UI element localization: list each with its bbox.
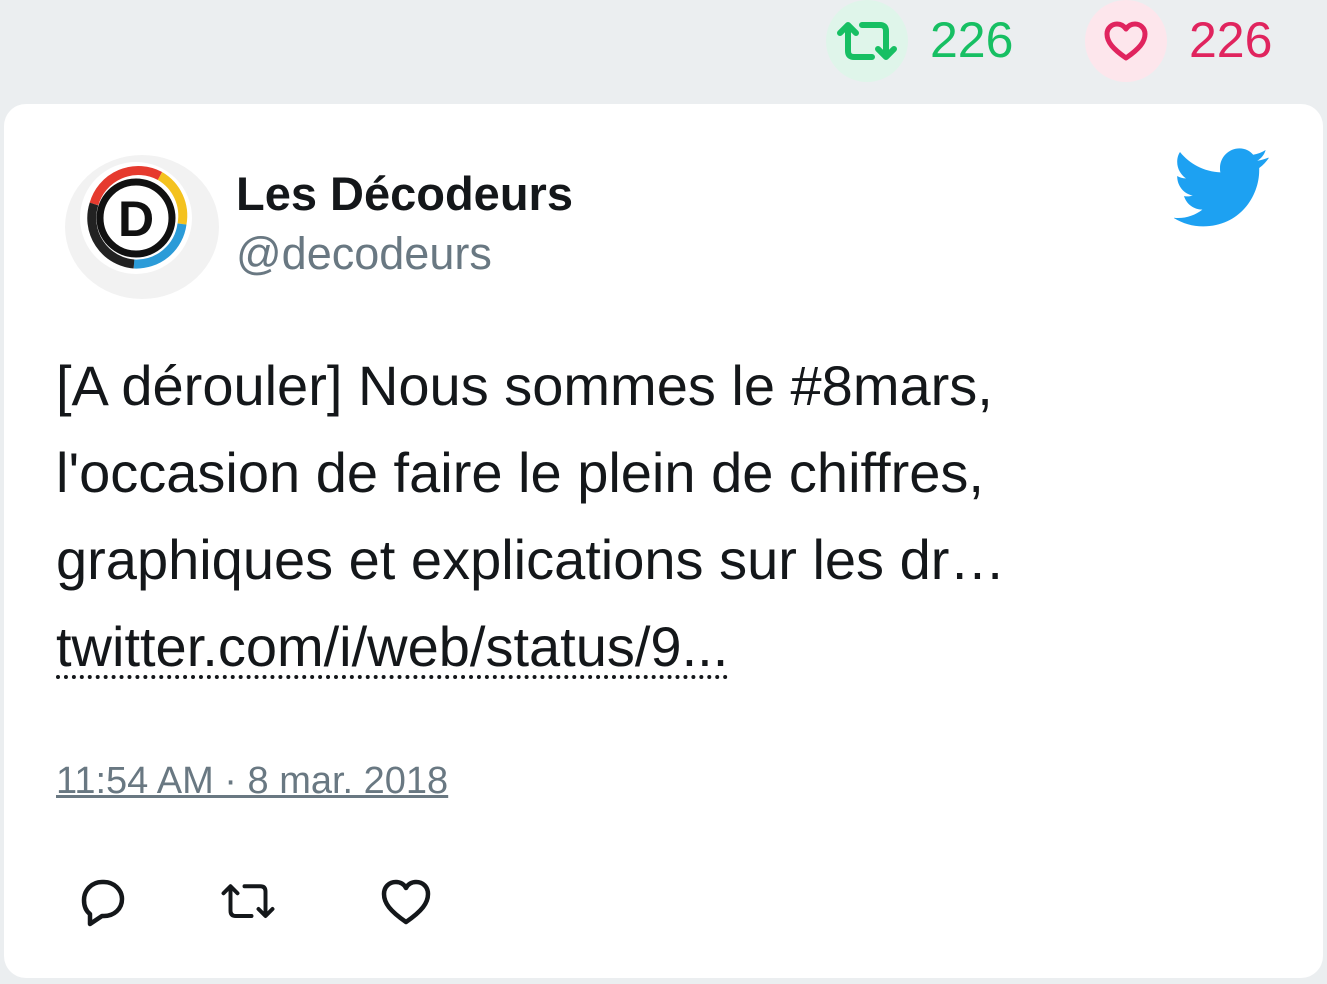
author-name[interactable]: Les Décodeurs [236,166,573,221]
retweet-count: 226 [930,12,1014,68]
like-stat-bubble[interactable] [1085,0,1167,82]
author-handle[interactable]: @decodeurs [236,228,492,280]
avatar-letter: D [118,191,154,247]
engagement-bar: 226 226 [0,0,1327,100]
tweet-text-line: graphiques et explications sur les dr… [56,528,1006,591]
retweet-stat[interactable]: 226 [826,0,1013,82]
tweet-text: [A dérouler] Nous sommes le #8mars, l'oc… [56,342,1276,690]
author-avatar[interactable]: D [64,154,220,300]
retweet-icon[interactable] [220,874,276,930]
retweet-stat-bubble[interactable] [826,0,908,82]
tweet-text-line: [A dérouler] Nous sommes le #8mars, [56,354,993,417]
heart-icon[interactable] [378,874,434,930]
twitter-bird-icon[interactable] [1174,148,1270,228]
heart-icon [1104,21,1148,61]
like-stat[interactable]: 226 [1085,0,1272,82]
retweet-icon [837,22,897,60]
tweet-status-link[interactable]: twitter.com/i/web/status/9... [56,619,729,679]
like-count: 226 [1189,12,1273,68]
tweet-actions [4,874,1323,934]
tweet-timestamp-link[interactable]: 11:54 AM · 8 mar. 2018 [56,760,448,803]
tweet-text-line: l'occasion de faire le plein de chiffres… [56,441,984,504]
reply-icon[interactable] [74,874,130,930]
tweet-card: D Les Décodeurs @decodeurs [A dérouler] … [4,104,1323,978]
